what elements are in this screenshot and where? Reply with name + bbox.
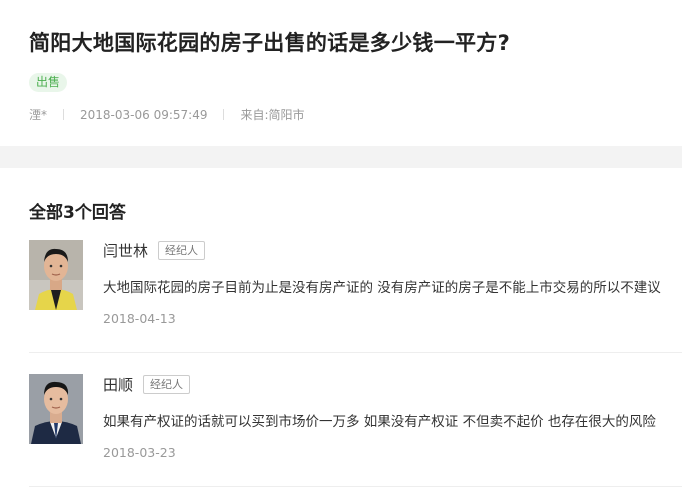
answers-section: 全部3个回答 闫世林 经纪人 大地国际花园的房子目前为止是没有房产证的 没有房产… <box>0 168 682 492</box>
answer-text: 如果有产权证的话就可以买到市场价一万多 如果没有产权证 不但卖不起价 也存在很大… <box>103 414 656 430</box>
answer-name-row: 田顺 经纪人 <box>103 374 191 395</box>
question-source: 来自:简阳市 <box>240 108 305 122</box>
sale-tag[interactable]: 出售 <box>29 73 68 92</box>
answerer-name[interactable]: 田顺 <box>103 374 133 395</box>
question-title: 简阳大地国际花园的房子出售的话是多少钱一平方? <box>29 31 511 55</box>
answer-date: 2018-03-23 <box>103 445 176 460</box>
answer-divider <box>29 352 682 353</box>
avatar[interactable] <box>29 374 83 444</box>
section-divider <box>0 146 682 168</box>
role-badge: 经纪人 <box>143 375 191 394</box>
question-header: 简阳大地国际花园的房子出售的话是多少钱一平方? 出售 湮* 2018-03-06… <box>0 0 682 146</box>
answers-heading: 全部3个回答 <box>29 203 126 223</box>
avatar[interactable] <box>29 240 83 310</box>
meta-separator <box>223 109 225 120</box>
answer-name-row: 闫世林 经纪人 <box>103 240 206 261</box>
role-badge: 经纪人 <box>158 241 206 260</box>
question-meta: 湮* 2018-03-06 09:57:49 来自:简阳市 <box>29 106 305 123</box>
answer-date: 2018-04-13 <box>103 311 176 326</box>
agent-portrait-icon <box>29 374 83 444</box>
answerer-name[interactable]: 闫世林 <box>103 240 148 261</box>
answer-text: 大地国际花园的房子目前为止是没有房产证的 没有房产证的房子是不能上市交易的所以不… <box>103 280 661 296</box>
answer-divider <box>29 486 682 487</box>
meta-separator <box>63 109 65 120</box>
agent-portrait-icon <box>29 240 83 310</box>
question-datetime: 2018-03-06 09:57:49 <box>80 107 208 122</box>
question-author: 湮* <box>29 108 48 122</box>
